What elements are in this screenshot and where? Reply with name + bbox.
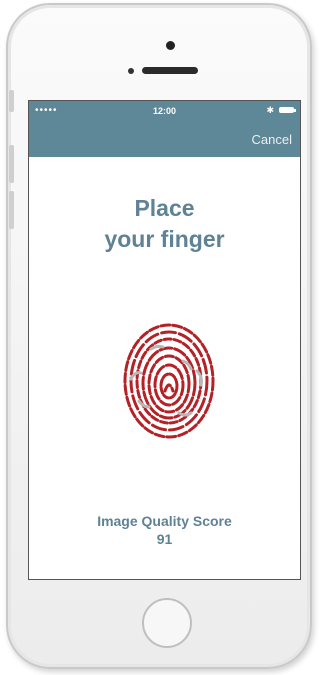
home-button[interactable] <box>142 598 192 648</box>
earpiece-speaker <box>142 67 198 74</box>
status-time: 12:00 <box>152 106 177 116</box>
prompt-title: Place your finger <box>29 193 300 255</box>
volume-up-button <box>9 145 14 183</box>
prompt-line-1: Place <box>134 195 195 221</box>
mute-switch <box>9 90 14 112</box>
quality-score-label: Image Quality Score <box>97 513 232 529</box>
prompt-line-2: your finger <box>104 226 225 252</box>
battery-icon <box>279 107 296 113</box>
quality-score-value: 91 <box>156 531 173 547</box>
volume-down-button <box>9 191 14 229</box>
front-camera <box>166 41 175 50</box>
proximity-sensor <box>128 68 134 74</box>
cancel-button[interactable]: Cancel <box>252 132 292 147</box>
bluetooth-icon: ✱ <box>266 105 274 115</box>
app-screen: ••••• 12:00 ✱ Cancel Place your finger I… <box>28 100 301 580</box>
navigation-bar: ••••• 12:00 ✱ Cancel <box>29 101 300 157</box>
fingerprint-icon <box>123 323 215 439</box>
